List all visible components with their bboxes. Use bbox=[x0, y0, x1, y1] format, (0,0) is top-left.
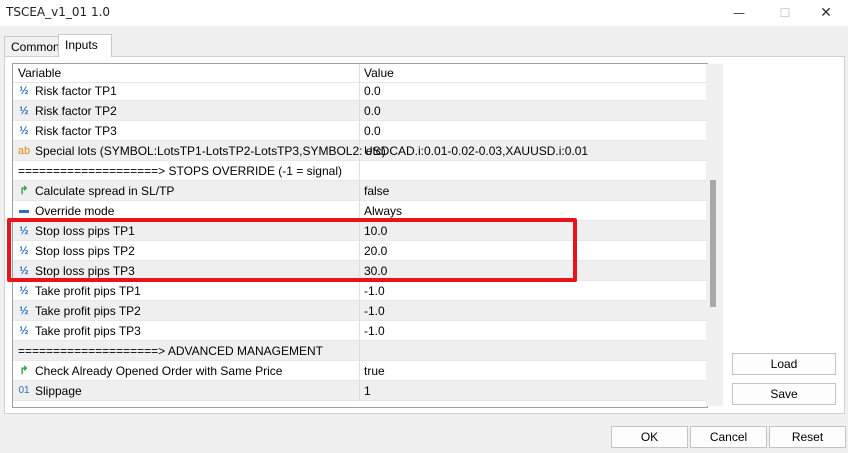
row-label: Slippage bbox=[35, 384, 82, 398]
table-row[interactable]: ====================> ADVANCED MANAGEMEN… bbox=[13, 341, 707, 361]
reset-button[interactable]: Reset bbox=[769, 426, 846, 448]
table-row[interactable]: ½ Take profit pips TP3 -1.0 bbox=[13, 321, 707, 341]
fraction-icon: ½ bbox=[19, 85, 29, 97]
fraction-icon: ½ bbox=[19, 125, 29, 137]
minimize-icon[interactable]: — bbox=[716, 0, 762, 26]
table-row[interactable]: ½ Take profit pips TP1 -1.0 bbox=[13, 281, 707, 301]
row-label: ====================> ADVANCED MANAGEMEN… bbox=[18, 344, 323, 358]
cell-divider bbox=[359, 301, 360, 321]
highlight-box bbox=[7, 218, 577, 282]
row-value[interactable]: 1 bbox=[364, 384, 371, 398]
table-row[interactable]: ====================> STOPS OVERRIDE (-1… bbox=[13, 161, 707, 181]
integer-icon: 01 bbox=[18, 385, 30, 396]
cell-divider bbox=[359, 81, 360, 101]
cell-divider bbox=[359, 181, 360, 201]
scrollbar-thumb[interactable] bbox=[710, 180, 716, 307]
row-label: ====================> STOPS OVERRIDE (-1… bbox=[18, 164, 342, 178]
row-label: Take profit pips TP1 bbox=[35, 284, 141, 298]
table-row[interactable]: ½ Risk factor TP3 0.0 bbox=[13, 121, 707, 141]
cell-divider bbox=[359, 281, 360, 301]
row-value[interactable]: 0.0 bbox=[364, 84, 381, 98]
row-value[interactable]: USDCAD.i:0.01-0.02-0.03,XAUUSD.i:0.01 bbox=[364, 144, 588, 158]
table-row[interactable]: ab Special lots (SYMBOL:LotsTP1-LotsTP2-L… bbox=[13, 141, 707, 161]
table-row[interactable]: ½ Risk factor TP1 0.0 bbox=[13, 81, 707, 101]
cell-divider bbox=[359, 101, 360, 121]
ok-button[interactable]: OK bbox=[611, 426, 688, 448]
cell-divider bbox=[359, 141, 360, 161]
tab-inputs[interactable]: Inputs bbox=[58, 34, 112, 57]
title-bar: TSCEA_v1_01 1.0 — ☐ ✕ bbox=[0, 0, 848, 26]
column-header-value[interactable]: Value bbox=[364, 66, 394, 80]
row-value[interactable]: false bbox=[364, 184, 389, 198]
fraction-icon: ½ bbox=[19, 325, 29, 337]
row-value[interactable]: 0.0 bbox=[364, 124, 381, 138]
maximize-icon[interactable]: ☐ bbox=[762, 0, 808, 26]
row-label: Special lots (SYMBOL:LotsTP1-LotsTP2-Lot… bbox=[35, 144, 386, 158]
table-row[interactable]: ↱ Calculate spread in SL/TP false bbox=[13, 181, 707, 201]
tab-common[interactable]: Common bbox=[4, 36, 65, 57]
close-icon[interactable]: ✕ bbox=[803, 0, 848, 26]
window-title: TSCEA_v1_01 1.0 bbox=[6, 5, 111, 19]
cell-divider bbox=[359, 121, 360, 141]
fraction-icon: ½ bbox=[19, 285, 29, 297]
cell-divider bbox=[359, 161, 360, 181]
cell-divider bbox=[359, 341, 360, 361]
text-ab-icon: ab bbox=[17, 145, 31, 157]
cancel-button[interactable]: Cancel bbox=[690, 426, 767, 448]
enum-icon: ▬ bbox=[19, 205, 29, 216]
row-label: Risk factor TP2 bbox=[35, 104, 117, 118]
row-label: Check Already Opened Order with Same Pri… bbox=[35, 364, 283, 378]
row-label: Risk factor TP3 bbox=[35, 124, 117, 138]
column-divider[interactable] bbox=[359, 64, 360, 82]
row-value[interactable]: -1.0 bbox=[364, 304, 385, 318]
row-value[interactable]: Always bbox=[364, 204, 402, 218]
cell-divider bbox=[359, 361, 360, 381]
vertical-scrollbar[interactable] bbox=[706, 64, 723, 406]
row-value[interactable]: -1.0 bbox=[364, 324, 385, 338]
bool-arrow-icon: ↱ bbox=[19, 185, 29, 197]
row-value[interactable]: 0.0 bbox=[364, 104, 381, 118]
save-button[interactable]: Save bbox=[732, 383, 836, 405]
row-label: Calculate spread in SL/TP bbox=[35, 184, 175, 198]
cell-divider bbox=[359, 381, 360, 401]
row-label: Take profit pips TP2 bbox=[35, 304, 141, 318]
row-label: Risk factor TP1 bbox=[35, 84, 117, 98]
row-label: Take profit pips TP3 bbox=[35, 324, 141, 338]
column-header-variable[interactable]: Variable bbox=[18, 66, 61, 80]
cell-divider bbox=[359, 321, 360, 341]
table-row[interactable]: ½ Take profit pips TP2 -1.0 bbox=[13, 301, 707, 321]
row-value[interactable]: true bbox=[364, 364, 385, 378]
fraction-icon: ½ bbox=[19, 105, 29, 117]
load-button[interactable]: Load bbox=[732, 353, 836, 375]
bool-arrow-icon: ↱ bbox=[19, 365, 29, 377]
row-label: Override mode bbox=[35, 204, 115, 218]
row-value[interactable]: -1.0 bbox=[364, 284, 385, 298]
table-row[interactable]: ½ Risk factor TP2 0.0 bbox=[13, 101, 707, 121]
table-row[interactable]: 01 Slippage 1 bbox=[13, 381, 707, 401]
table-row[interactable]: ↱ Check Already Opened Order with Same Pr… bbox=[13, 361, 707, 381]
fraction-icon: ½ bbox=[19, 305, 29, 317]
